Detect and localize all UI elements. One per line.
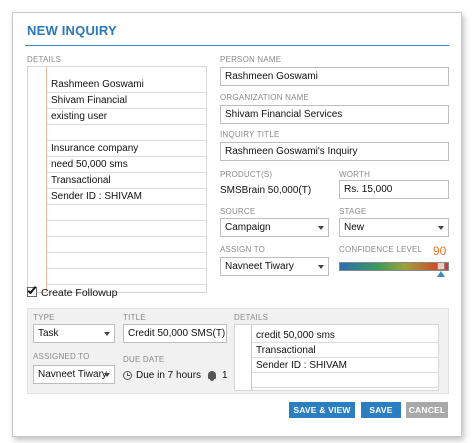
followup-details-textarea[interactable]: credit 50,000 sms Transactional Sender ID … (234, 324, 439, 391)
notepad-line: existing user (47, 109, 206, 125)
stage-selected-value: New (344, 222, 365, 233)
confidence-level-label: CONFIDENCE LEVEL (339, 245, 423, 254)
create-followup-label[interactable]: Create Followup (41, 287, 117, 299)
clock-icon (123, 371, 132, 380)
bell-icon[interactable] (208, 371, 216, 381)
save-button[interactable]: SAVE (361, 402, 401, 418)
notepad-line: Rashmeen Goswami (47, 77, 206, 93)
details-label: DETAILS (27, 55, 62, 64)
chevron-down-icon (438, 226, 444, 230)
followup-title-label: TITLE (123, 313, 146, 322)
followup-assigned-to-selected-value: Navneet Tiwary (38, 369, 107, 380)
notepad-line (47, 253, 206, 269)
notepad-line: Insurance company (47, 141, 206, 157)
worth-input[interactable]: Rs. 15,000 (339, 180, 449, 199)
chevron-down-icon (318, 226, 324, 230)
source-label: SOURCE (220, 207, 256, 216)
dialog-title: NEW INQUIRY (27, 23, 117, 38)
confidence-slider[interactable] (339, 262, 449, 271)
notepad-line: need 50,000 sms (47, 157, 206, 173)
person-name-label: PERSON NAME (220, 55, 282, 64)
notepad-line: Sender ID : SHIVAM (47, 189, 206, 205)
title-divider (25, 45, 449, 46)
create-followup-checkbox[interactable] (27, 284, 37, 297)
notepad-line (47, 237, 206, 253)
notepad-line (47, 269, 206, 285)
assign-to-selected-value: Navneet Tiwary (225, 261, 294, 272)
followup-type-label: TYPE (33, 313, 55, 322)
inquiry-title-label: INQUIRY TITLE (220, 130, 280, 139)
source-selected-value: Campaign (225, 222, 271, 233)
checkmark-icon (27, 284, 37, 295)
notepad-line (252, 373, 438, 388)
assign-to-label: ASSIGN TO (220, 245, 266, 254)
notepad-line: Transactional (252, 343, 438, 358)
confidence-level-value: 90 (433, 244, 447, 258)
reminder-count: 1 (222, 370, 228, 381)
products-value[interactable]: SMSBrain 50,000(T) (220, 185, 311, 196)
followup-type-selected-value: Task (38, 328, 59, 339)
followup-type-select[interactable]: Task (33, 324, 115, 343)
followup-assigned-to-label: ASSIGNED TO (33, 352, 90, 361)
chevron-down-icon (104, 332, 110, 336)
stage-select[interactable]: New (339, 218, 449, 237)
inquiry-title-input[interactable]: Rashmeen Goswami's Inquiry (220, 142, 449, 161)
source-select[interactable]: Campaign (220, 218, 329, 237)
notepad-line (47, 221, 206, 237)
confidence-marker-icon (437, 271, 445, 277)
details-textarea[interactable]: Rashmeen Goswami Shivam Financial existing… (27, 66, 207, 293)
stage-label: STAGE (339, 207, 367, 216)
person-name-input[interactable]: Rashmeen Goswami (220, 67, 449, 86)
followup-assigned-to-select[interactable]: Navneet Tiwary (33, 365, 115, 384)
notepad-line: Sender ID : SHIVAM (252, 358, 438, 373)
notepad-line: Shivam Financial (47, 93, 206, 109)
chevron-down-icon (104, 373, 110, 377)
followup-title-input[interactable]: Credit 50,000 SMS(T) to S (123, 324, 227, 343)
products-label: PRODUCT(S) (220, 170, 273, 179)
assign-to-select[interactable]: Navneet Tiwary (220, 257, 329, 276)
chevron-down-icon (318, 265, 324, 269)
organization-name-input[interactable]: Shivam Financial Services (220, 105, 449, 124)
due-date-value[interactable]: Due in 7 hours (136, 370, 201, 381)
cancel-button[interactable]: CANCEL (406, 402, 448, 418)
notepad-line: Transactional (47, 173, 206, 189)
organization-name-label: ORGANIZATION NAME (220, 93, 310, 102)
worth-label: WORTH (339, 170, 371, 179)
followup-panel: TYPE Task TITLE Credit 50,000 SMS(T) to … (27, 308, 449, 394)
new-inquiry-dialog: NEW INQUIRY DETAILS Rashmeen Goswami Shiv… (12, 12, 462, 437)
save-and-view-button[interactable]: SAVE & VIEW (289, 402, 355, 418)
notepad-line (47, 125, 206, 141)
confidence-slider-handle[interactable] (437, 262, 445, 270)
notepad-line: credit 50,000 sms (252, 328, 438, 343)
followup-details-label: DETAILS (234, 313, 269, 322)
due-date-label: DUE DATE (123, 355, 165, 364)
notepad-line (47, 205, 206, 221)
